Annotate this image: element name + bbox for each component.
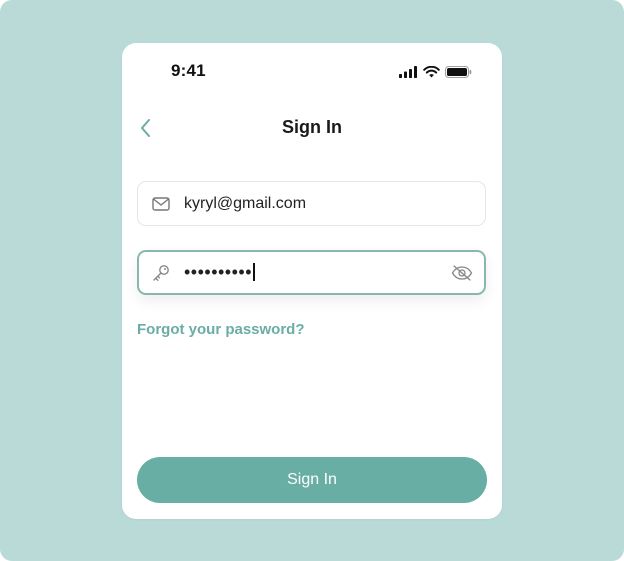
email-value[interactable]: kyryl@gmail.com (184, 195, 306, 213)
email-field[interactable]: kyryl@gmail.com (137, 181, 486, 226)
status-icons (399, 65, 472, 83)
phone-screen: 9:41 Sign In kyryl@gmail.com •••••••••• … (122, 43, 502, 519)
battery-icon (445, 65, 472, 83)
forgot-password-link[interactable]: Forgot your password? (137, 321, 305, 338)
password-field[interactable]: •••••••••• (137, 250, 486, 295)
key-icon (151, 263, 171, 283)
page-title: Sign In (282, 117, 342, 137)
sign-in-button[interactable]: Sign In (137, 457, 487, 503)
signal-icon (399, 65, 418, 83)
status-bar: 9:41 (122, 43, 502, 99)
nav-header: Sign In (122, 113, 502, 143)
mail-icon (151, 194, 171, 214)
eye-off-icon[interactable] (451, 264, 473, 282)
text-caret (253, 263, 255, 281)
status-time: 9:41 (171, 61, 206, 80)
password-value[interactable]: •••••••••• (184, 262, 255, 283)
password-dots: •••••••••• (184, 262, 253, 282)
wifi-icon (423, 65, 440, 83)
